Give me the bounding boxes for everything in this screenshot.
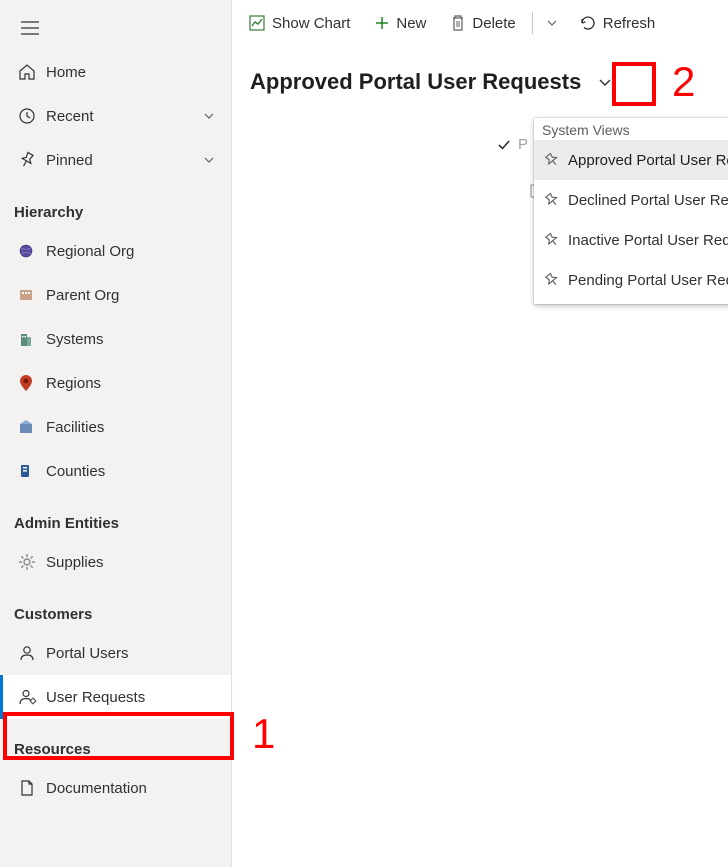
chevron-down-icon bbox=[199, 109, 219, 123]
view-title: Approved Portal User Requests bbox=[250, 69, 581, 95]
sidebar-item-label: Regions bbox=[46, 375, 219, 392]
globe-icon bbox=[18, 243, 46, 259]
sidebar-item-label: Recent bbox=[46, 108, 199, 125]
sidebar-item-label: Facilities bbox=[46, 419, 219, 436]
dropdown-item-approved[interactable]: Approved Portal User Requests bbox=[534, 140, 728, 180]
sidebar-item-documentation[interactable]: Documentation bbox=[0, 766, 231, 810]
facility-icon bbox=[18, 419, 46, 435]
refresh-icon bbox=[579, 14, 597, 32]
org-icon bbox=[18, 287, 46, 303]
main-pane: Show Chart New Delete bbox=[232, 0, 728, 867]
dropdown-item-label: Approved Portal User Requests bbox=[568, 152, 728, 169]
command-bar: Show Chart New Delete bbox=[232, 0, 728, 46]
sidebar-item-supplies[interactable]: Supplies bbox=[0, 540, 231, 584]
home-icon bbox=[18, 63, 46, 81]
sidebar-item-label: Supplies bbox=[46, 554, 219, 571]
show-chart-button[interactable]: Show Chart bbox=[236, 1, 362, 45]
check-icon bbox=[496, 137, 512, 153]
sidebar-item-label: Counties bbox=[46, 463, 219, 480]
sidebar-item-label: Regional Org bbox=[46, 243, 219, 260]
view-selector-dropdown: System Views Approved Portal User Reques… bbox=[534, 118, 728, 304]
dropdown-item-declined[interactable]: Declined Portal User Requests bbox=[534, 180, 728, 220]
map-pin-icon bbox=[18, 374, 46, 392]
pin-icon bbox=[544, 192, 560, 208]
obscured-text: P bbox=[518, 136, 528, 153]
plus-icon bbox=[374, 15, 390, 31]
dropdown-item-pending[interactable]: Pending Portal User Requests bbox=[534, 260, 728, 300]
sidebar-item-systems[interactable]: Systems bbox=[0, 317, 231, 361]
section-header-admin: Admin Entities bbox=[0, 493, 231, 540]
refresh-button[interactable]: Refresh bbox=[567, 1, 668, 45]
sidebar-item-label: Home bbox=[46, 64, 219, 81]
dropdown-item-label: Pending Portal User Requests bbox=[568, 272, 728, 289]
gear-icon bbox=[18, 553, 46, 571]
chevron-down-icon bbox=[597, 74, 613, 90]
view-selector-button[interactable] bbox=[587, 64, 623, 100]
sidebar-item-user-requests[interactable]: User Requests bbox=[0, 675, 231, 719]
pin-icon bbox=[544, 152, 560, 168]
delete-dropdown-button[interactable] bbox=[537, 1, 567, 45]
dropdown-item-label: Inactive Portal User Requests bbox=[568, 232, 728, 249]
command-divider bbox=[532, 12, 533, 34]
dropdown-section-header: System Views bbox=[534, 118, 728, 140]
person-icon bbox=[18, 644, 46, 662]
command-label: Show Chart bbox=[272, 15, 350, 32]
delete-button[interactable]: Delete bbox=[438, 1, 527, 45]
sidebar-item-regions[interactable]: Regions bbox=[0, 361, 231, 405]
sidebar-item-recent[interactable]: Recent bbox=[0, 94, 231, 138]
counties-icon bbox=[18, 463, 46, 479]
hamburger-menu-button[interactable] bbox=[8, 6, 52, 50]
person-gear-icon bbox=[18, 688, 46, 706]
sidebar-item-label: User Requests bbox=[46, 689, 219, 706]
sidebar-item-label: Pinned bbox=[46, 152, 199, 169]
section-header-resources: Resources bbox=[0, 719, 231, 766]
sidebar-item-label: Documentation bbox=[46, 780, 219, 797]
sidebar-item-label: Parent Org bbox=[46, 287, 219, 304]
sidebar-item-label: Systems bbox=[46, 331, 219, 348]
dropdown-item-inactive[interactable]: Inactive Portal User Requests bbox=[534, 220, 728, 260]
command-label: Refresh bbox=[603, 15, 656, 32]
sidebar-item-pinned[interactable]: Pinned bbox=[0, 138, 231, 182]
command-label: New bbox=[396, 15, 426, 32]
sidebar-item-regional-org[interactable]: Regional Org bbox=[0, 229, 231, 273]
chart-icon bbox=[248, 14, 266, 32]
chevron-down-icon bbox=[199, 153, 219, 167]
new-button[interactable]: New bbox=[362, 1, 438, 45]
trash-icon bbox=[450, 14, 466, 32]
obscured-row-1: P bbox=[496, 136, 528, 153]
sidebar-item-label: Portal Users bbox=[46, 645, 219, 662]
pin-icon bbox=[544, 272, 560, 288]
chevron-down-icon bbox=[545, 16, 559, 30]
pin-icon bbox=[18, 151, 46, 169]
document-icon bbox=[18, 779, 46, 797]
hamburger-icon bbox=[21, 21, 39, 35]
sidebar-item-facilities[interactable]: Facilities bbox=[0, 405, 231, 449]
clock-icon bbox=[18, 107, 46, 125]
sidebar: Home Recent Pinned Hierarchy bbox=[0, 0, 232, 867]
command-label: Delete bbox=[472, 15, 515, 32]
section-header-hierarchy: Hierarchy bbox=[0, 182, 231, 229]
building-icon bbox=[18, 331, 46, 347]
sidebar-item-portal-users[interactable]: Portal Users bbox=[0, 631, 231, 675]
dropdown-item-label: Declined Portal User Requests bbox=[568, 192, 728, 209]
sidebar-item-home[interactable]: Home bbox=[0, 50, 231, 94]
view-header: Approved Portal User Requests bbox=[232, 46, 728, 108]
sidebar-item-counties[interactable]: Counties bbox=[0, 449, 231, 493]
pin-icon bbox=[544, 232, 560, 248]
sidebar-item-parent-org[interactable]: Parent Org bbox=[0, 273, 231, 317]
section-header-customers: Customers bbox=[0, 584, 231, 631]
